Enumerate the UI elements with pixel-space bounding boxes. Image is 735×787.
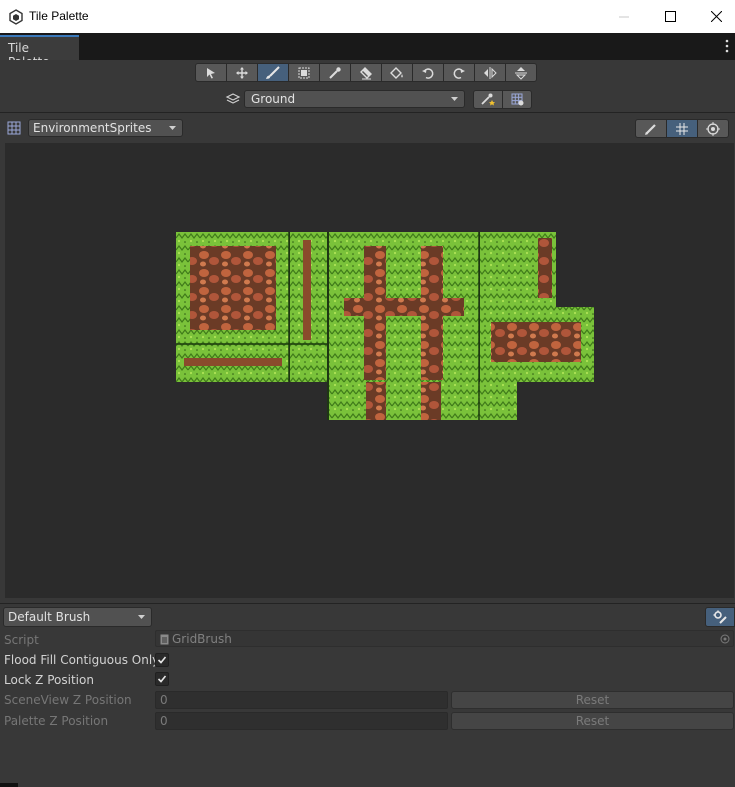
- palette-dropdown[interactable]: EnvironmentSprites: [28, 119, 183, 137]
- eyedropper-icon: [329, 66, 341, 79]
- tile-dirt: [190, 246, 276, 330]
- brush-value: Default Brush: [8, 610, 91, 624]
- palette-bar: EnvironmentSprites: [0, 113, 735, 143]
- tile-column-dirt: [303, 240, 311, 340]
- palette-z-field[interactable]: 0: [155, 712, 448, 730]
- palette-canvas[interactable]: [5, 143, 734, 598]
- tile-path-h: [344, 298, 464, 316]
- object-picker-icon: [720, 634, 730, 644]
- more-options-icon[interactable]: [725, 39, 729, 53]
- chevron-down-icon: [138, 615, 145, 619]
- gizmo-icon: [706, 121, 720, 136]
- edit-palette-button[interactable]: [635, 119, 667, 138]
- palette-z-label: Palette Z Position: [4, 714, 109, 728]
- active-tilemap-dropdown[interactable]: Ground: [244, 90, 465, 108]
- script-field: GridBrush: [155, 630, 734, 647]
- resize-corner: [0, 783, 18, 787]
- lock-z-label: Lock Z Position: [4, 673, 94, 687]
- palette-z-reset-button[interactable]: Reset: [451, 712, 734, 730]
- eyedropper-star-icon: [481, 93, 495, 106]
- grid-icon: [676, 122, 688, 135]
- paint-tool-button[interactable]: [257, 63, 289, 82]
- palette-value: EnvironmentSprites: [33, 121, 152, 135]
- flood-fill-tool-button[interactable]: [381, 63, 413, 82]
- layers-icon: [225, 93, 241, 104]
- close-icon: [710, 11, 722, 22]
- minimize-icon: [619, 16, 629, 17]
- brush-dropdown[interactable]: Default Brush: [3, 607, 152, 627]
- rotate-ccw-icon: [422, 67, 434, 79]
- pencil-icon: [645, 123, 656, 135]
- rotate-cw-tool-button[interactable]: [443, 63, 475, 82]
- chevron-down-icon: [451, 97, 458, 101]
- tile-bottom-dirt-1: [366, 382, 386, 420]
- move-tool-button[interactable]: [226, 63, 258, 82]
- palette-mode-group: [635, 119, 729, 138]
- rotate-ccw-tool-button[interactable]: [412, 63, 444, 82]
- script-value: GridBrush: [172, 632, 232, 646]
- tile-palette-icon: [511, 93, 524, 106]
- paintbrush-icon: [266, 65, 280, 79]
- flip-vertical-icon: [515, 66, 527, 80]
- active-tilemap-row: Ground: [225, 89, 532, 109]
- gizmos-button[interactable]: [697, 119, 729, 138]
- flip-y-tool-button[interactable]: [505, 63, 537, 82]
- tile-palette-icon: [7, 121, 21, 135]
- tab-tile-palette[interactable]: Tile Palette: [0, 35, 79, 69]
- tilemap-grid-button[interactable]: [502, 89, 532, 109]
- flood-fill-label: Flood Fill Contiguous Only: [4, 653, 160, 667]
- window-title-bar: Tile Palette: [0, 0, 735, 33]
- script-file-icon: [160, 634, 169, 645]
- active-tilemap-value: Ground: [251, 92, 296, 106]
- tile-strip-dirt: [184, 358, 282, 366]
- arrow-pointer-icon: [207, 67, 215, 78]
- unity-logo-icon: [9, 9, 23, 25]
- select-tool-button[interactable]: [195, 63, 227, 82]
- palette-tiles[interactable]: [176, 232, 596, 424]
- flip-x-tool-button[interactable]: [474, 63, 506, 82]
- minimize-button[interactable]: [601, 0, 647, 33]
- rotate-cw-icon: [453, 67, 465, 79]
- eraser-icon: [360, 66, 372, 79]
- box-fill-tool-button[interactable]: [288, 63, 320, 82]
- sceneview-z-label: SceneView Z Position: [4, 693, 132, 707]
- tool-strip: [195, 63, 537, 82]
- tile-edge-dirt: [491, 322, 581, 362]
- script-label: Script: [4, 633, 39, 647]
- flood-fill-checkbox[interactable]: [155, 653, 169, 667]
- box-fill-icon: [298, 67, 310, 78]
- tile-corner-dirt: [538, 238, 552, 298]
- move-arrows-icon: [236, 66, 248, 79]
- tile-bottom-dirt-2: [421, 382, 441, 420]
- close-button[interactable]: [693, 0, 735, 33]
- chevron-down-icon: [169, 126, 176, 130]
- toggle-grid-button[interactable]: [666, 119, 698, 138]
- brush-inspector: Default Brush Script GridBrush Flood Fil…: [0, 603, 735, 787]
- lock-z-checkbox[interactable]: [155, 672, 169, 686]
- tool-area: Ground: [0, 60, 735, 112]
- tab-bar: Tile Palette: [0, 33, 735, 69]
- sceneview-z-field[interactable]: 0: [155, 691, 448, 709]
- checkmark-icon: [157, 675, 167, 683]
- picker-tool-button[interactable]: [319, 63, 351, 82]
- maximize-icon: [664, 11, 676, 22]
- tilemap-focus-button[interactable]: [473, 89, 503, 109]
- maximize-button[interactable]: [647, 0, 693, 33]
- paint-bucket-icon: [390, 66, 403, 79]
- window-title: Tile Palette: [29, 9, 89, 23]
- flip-horizontal-icon: [484, 66, 497, 79]
- brush-settings-icon: [713, 610, 727, 624]
- brush-settings-button[interactable]: [705, 607, 735, 627]
- checkmark-icon: [157, 656, 167, 664]
- erase-tool-button[interactable]: [350, 63, 382, 82]
- sceneview-z-reset-button[interactable]: Reset: [451, 691, 734, 709]
